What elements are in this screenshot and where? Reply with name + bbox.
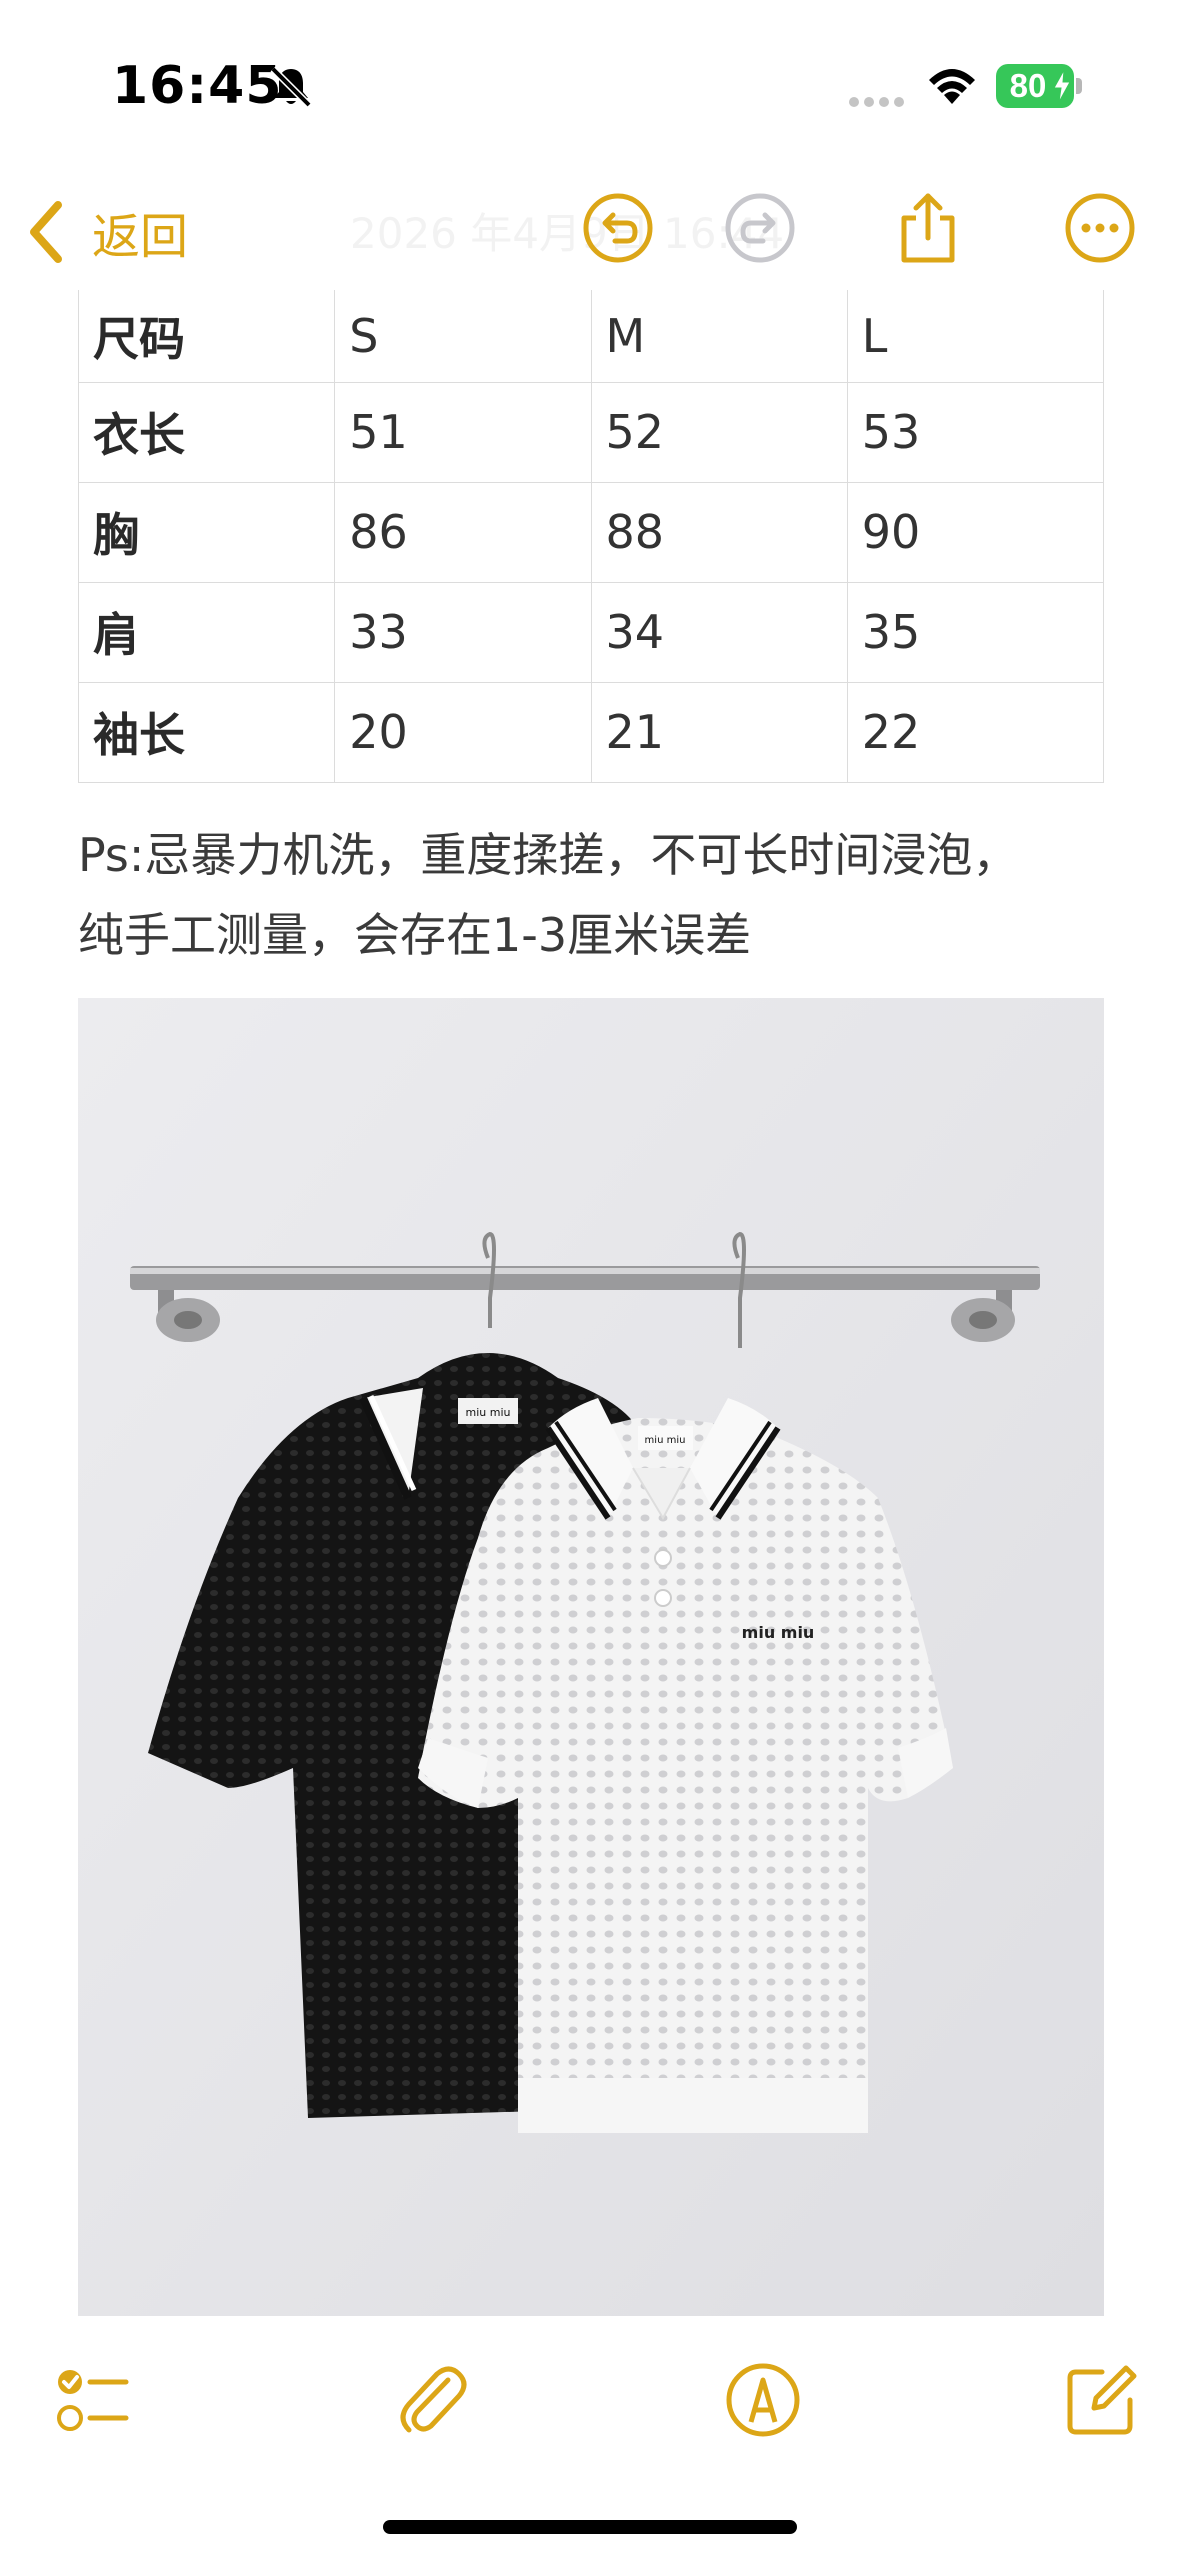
battery-cap <box>1076 78 1082 94</box>
product-photo-illustration: miu miu miu miu miu miu <box>78 998 1104 2316</box>
battery-level: 80 <box>1009 67 1047 104</box>
table-row: 袖长 20 21 22 <box>77 681 1105 783</box>
svg-text:miu miu: miu miu <box>466 1406 511 1419</box>
table-cell: 22 <box>846 681 1105 783</box>
table-row: 尺码 S M L <box>77 290 1105 383</box>
share-icon[interactable] <box>890 190 966 266</box>
note-content[interactable]: 尺码 S M L 衣长 51 52 53 胸 86 88 90 肩 33 34 35 袖长 20 21 22 Ps:忌… <box>0 290 1179 2320</box>
product-photo[interactable]: miu miu miu miu miu miu <box>78 998 1104 2316</box>
table-row-header: 胸 <box>77 481 336 583</box>
wifi-icon <box>929 69 975 104</box>
size-table: 尺码 S M L 衣长 51 52 53 胸 86 88 90 肩 33 34 35 袖长 20 21 22 <box>77 290 1105 783</box>
table-cell: 35 <box>846 581 1105 683</box>
battery-charging-icon: 80 <box>996 64 1082 108</box>
status-bar: 16:45 80 <box>0 0 1179 170</box>
nav-bar: 2026 年4月9日 16:44 返回 <box>0 170 1179 290</box>
markup-pen-icon[interactable] <box>723 2360 803 2440</box>
care-note-line-2: 纯手工测量，会存在1-3厘米误差 <box>78 908 752 962</box>
photo-logo-text: miu miu <box>742 1623 815 1642</box>
table-cell: L <box>846 290 1105 383</box>
checklist-icon[interactable] <box>52 2360 132 2440</box>
home-indicator[interactable] <box>383 2520 797 2534</box>
paperclip-icon[interactable] <box>393 2360 473 2440</box>
table-row: 肩 33 34 35 <box>77 581 1105 683</box>
table-cell: 51 <box>334 381 592 483</box>
table-row-header: 袖长 <box>77 681 336 783</box>
table-cell: 86 <box>334 481 592 583</box>
table-cell: M <box>590 290 848 383</box>
table-row-header: 衣长 <box>77 381 336 483</box>
table-cell: 53 <box>846 381 1105 483</box>
back-button[interactable]: 返回 <box>22 192 188 272</box>
table-row: 衣长 51 52 53 <box>77 381 1105 483</box>
chevron-left-icon <box>30 201 62 263</box>
bolt-icon <box>1053 70 1071 102</box>
table-row-header: 肩 <box>77 581 336 683</box>
table-cell: 20 <box>334 681 592 783</box>
bell-slash-icon <box>270 66 312 108</box>
signal-icon <box>849 97 904 107</box>
table-row-header: 尺码 <box>77 290 336 383</box>
compose-icon[interactable] <box>1062 2360 1142 2440</box>
notes-screen: 16:45 80 2026 年4月9日 16:44 返回 尺码 S M L 衣长… <box>0 0 1179 2556</box>
more-icon[interactable] <box>1062 190 1138 266</box>
status-time: 16:45 <box>112 56 283 116</box>
table-cell: 33 <box>334 581 592 683</box>
undo-icon[interactable] <box>580 190 656 266</box>
table-cell: 21 <box>590 681 848 783</box>
care-note-line-1: Ps:忌暴力机洗，重度揉搓，不可长时间浸泡， <box>78 828 1019 882</box>
table-cell: 52 <box>590 381 848 483</box>
back-label: 返回 <box>92 209 189 265</box>
redo-icon[interactable] <box>722 190 798 266</box>
table-cell: 34 <box>590 581 848 683</box>
table-cell: 90 <box>846 481 1105 583</box>
table-cell: 88 <box>590 481 848 583</box>
table-cell: S <box>334 290 592 383</box>
table-row: 胸 86 88 90 <box>77 481 1105 583</box>
svg-text:miu miu: miu miu <box>645 1435 686 1446</box>
note-date-title: 2026 年4月9日 16:44 <box>350 209 785 258</box>
care-note: Ps:忌暴力机洗，重度揉搓，不可长时间浸泡， 纯手工测量，会存在1-3厘米误差 <box>78 815 1158 975</box>
